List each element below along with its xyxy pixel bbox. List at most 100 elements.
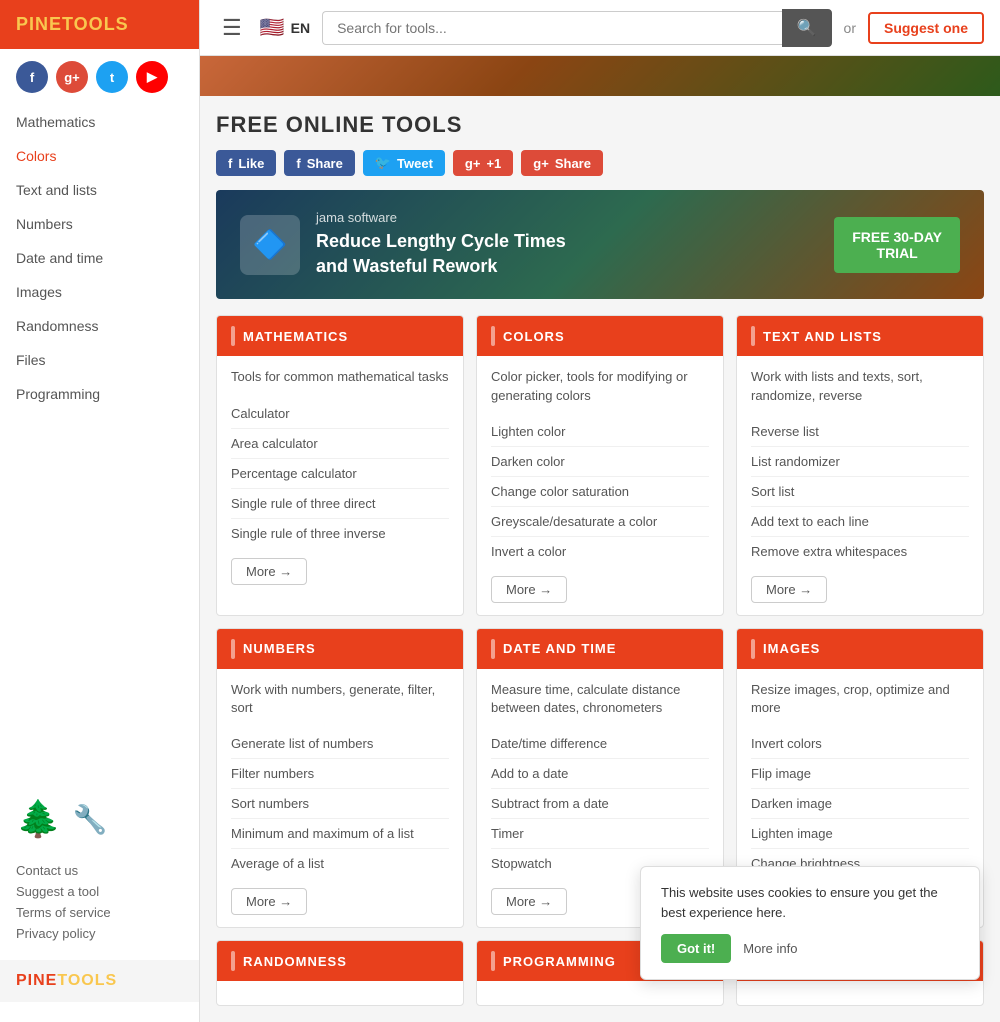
colors-card: COLORS Color picker, tools for modifying… xyxy=(476,315,724,615)
tool-subtract-date[interactable]: Subtract from a date xyxy=(491,789,709,819)
sidebar-item-date-time[interactable]: Date and time xyxy=(0,241,199,275)
fb-share-icon: f xyxy=(296,156,300,171)
tool-filter-numbers[interactable]: Filter numbers xyxy=(231,759,449,789)
tool-sort-numbers[interactable]: Sort numbers xyxy=(231,789,449,819)
tool-percentage-calculator[interactable]: Percentage calculator xyxy=(231,459,449,489)
sidebar-social: f g+ t ▶ xyxy=(0,49,199,105)
text-lists-title: TEXT AND LISTS xyxy=(763,329,882,344)
suggest-tool-link[interactable]: Suggest a tool xyxy=(16,881,183,902)
tool-min-max[interactable]: Minimum and maximum of a list xyxy=(231,819,449,849)
wrench-icon: 🔧 xyxy=(73,803,108,836)
tool-change-saturation[interactable]: Change color saturation xyxy=(491,477,709,507)
randomness-card: RANDOMNESS xyxy=(216,940,464,1006)
logo-text: PINETOOLS xyxy=(16,14,129,35)
hero-banner xyxy=(200,56,1000,96)
facebook-share-button[interactable]: f Share xyxy=(284,150,354,176)
or-separator: or xyxy=(844,20,856,36)
suggest-one-button[interactable]: Suggest one xyxy=(868,12,984,44)
date-time-more-link[interactable]: More → xyxy=(491,888,567,915)
search-input[interactable] xyxy=(322,11,782,45)
contact-us-link[interactable]: Contact us xyxy=(16,860,183,881)
privacy-link[interactable]: Privacy policy xyxy=(16,923,183,944)
tool-average[interactable]: Average of a list xyxy=(231,849,449,878)
tool-lighten-color[interactable]: Lighten color xyxy=(491,417,709,447)
sidebar-item-colors[interactable]: Colors xyxy=(0,139,199,173)
advertisement-banner: 🔷 jama software Reduce Lengthy Cycle Tim… xyxy=(216,190,984,299)
header-bar xyxy=(491,951,495,971)
header-bar xyxy=(491,326,495,346)
search-button[interactable]: 🔍 xyxy=(782,9,832,47)
cookie-text: This website uses cookies to ensure you … xyxy=(661,883,959,922)
tool-darken-image[interactable]: Darken image xyxy=(751,789,969,819)
facebook-social-btn[interactable]: f xyxy=(16,61,48,93)
mathematics-title: MATHEMATICS xyxy=(243,329,348,344)
googleplus-share-button[interactable]: g+ Share xyxy=(521,150,603,176)
got-it-button[interactable]: Got it! xyxy=(661,934,731,963)
googleplus-one-button[interactable]: g+ +1 xyxy=(453,150,513,176)
sidebar-item-files[interactable]: Files xyxy=(0,343,199,377)
tool-area-calculator[interactable]: Area calculator xyxy=(231,429,449,459)
tool-remove-whitespace[interactable]: Remove extra whitespaces xyxy=(751,537,969,566)
sidebar-item-numbers[interactable]: Numbers xyxy=(0,207,199,241)
header-bar xyxy=(231,326,235,346)
colors-card-header: COLORS xyxy=(477,316,723,356)
sidebar-item-programming[interactable]: Programming xyxy=(0,377,199,411)
tool-add-date[interactable]: Add to a date xyxy=(491,759,709,789)
numbers-card: NUMBERS Work with numbers, generate, fil… xyxy=(216,628,464,928)
tool-invert-colors[interactable]: Invert colors xyxy=(751,729,969,759)
colors-body: Color picker, tools for modifying or gen… xyxy=(477,356,723,614)
tool-flip-image[interactable]: Flip image xyxy=(751,759,969,789)
tool-add-text[interactable]: Add text to each line xyxy=(751,507,969,537)
tool-darken-color[interactable]: Darken color xyxy=(491,447,709,477)
tw-icon: 🐦 xyxy=(375,155,391,171)
files-body xyxy=(737,981,983,1005)
tool-single-rule-inverse[interactable]: Single rule of three inverse xyxy=(231,519,449,548)
tool-grid: MATHEMATICS Tools for common mathematica… xyxy=(216,315,984,928)
text-lists-more-link[interactable]: More → xyxy=(751,576,827,603)
numbers-body: Work with numbers, generate, filter, sor… xyxy=(217,669,463,927)
ad-cta-button[interactable]: FREE 30-DAYTRIAL xyxy=(834,217,960,273)
language-selector[interactable]: 🇺🇸 EN xyxy=(260,15,310,40)
tool-datetime-diff[interactable]: Date/time difference xyxy=(491,729,709,759)
gp1-icon: g+ xyxy=(465,156,481,171)
colors-more-link[interactable]: More → xyxy=(491,576,567,603)
bottom-logo-text: PINETOOLS xyxy=(16,972,117,990)
sidebar-item-text-lists[interactable]: Text and lists xyxy=(0,173,199,207)
flag-icon: 🇺🇸 xyxy=(260,15,285,40)
youtube-social-btn[interactable]: ▶ xyxy=(136,61,168,93)
sidebar-item-mathematics[interactable]: Mathematics xyxy=(0,105,199,139)
sidebar-item-randomness[interactable]: Randomness xyxy=(0,309,199,343)
more-info-link[interactable]: More info xyxy=(743,941,797,956)
tool-single-rule-direct[interactable]: Single rule of three direct xyxy=(231,489,449,519)
mathematics-card: MATHEMATICS Tools for common mathematica… xyxy=(216,315,464,615)
tool-invert-color[interactable]: Invert a color xyxy=(491,537,709,566)
mathematics-more-link[interactable]: More → xyxy=(231,558,307,585)
fb-icon: f xyxy=(228,156,232,171)
sidebar-item-images[interactable]: Images xyxy=(0,275,199,309)
tool-greyscale[interactable]: Greyscale/desaturate a color xyxy=(491,507,709,537)
twitter-social-btn[interactable]: t xyxy=(96,61,128,93)
header-bar xyxy=(231,951,235,971)
tool-list-randomizer[interactable]: List randomizer xyxy=(751,447,969,477)
ad-logo: 🔷 xyxy=(240,215,300,275)
terms-link[interactable]: Terms of service xyxy=(16,902,183,923)
twitter-tweet-button[interactable]: 🐦 Tweet xyxy=(363,150,445,176)
page-title: FREE ONLINE TOOLS xyxy=(216,112,984,138)
numbers-more-link[interactable]: More → xyxy=(231,888,307,915)
share-bar: f Like f Share 🐦 Tweet g+ +1 g+ Share xyxy=(216,150,984,176)
tool-lighten-image[interactable]: Lighten image xyxy=(751,819,969,849)
googleplus-social-btn[interactable]: g+ xyxy=(56,61,88,93)
language-label: EN xyxy=(291,20,310,36)
tool-reverse-list[interactable]: Reverse list xyxy=(751,417,969,447)
randomness-body xyxy=(217,981,463,1005)
hamburger-button[interactable]: ☰ xyxy=(216,9,248,47)
tool-calculator[interactable]: Calculator xyxy=(231,399,449,429)
facebook-like-button[interactable]: f Like xyxy=(216,150,276,176)
tool-generate-list[interactable]: Generate list of numbers xyxy=(231,729,449,759)
tool-timer[interactable]: Timer xyxy=(491,819,709,849)
mathematics-card-header: MATHEMATICS xyxy=(217,316,463,356)
gp2-icon: g+ xyxy=(533,156,549,171)
sidebar-logo-bottom[interactable]: PINETOOLS xyxy=(0,960,199,1002)
sidebar-logo-header[interactable]: PINETOOLS xyxy=(0,0,199,49)
tool-sort-list[interactable]: Sort list xyxy=(751,477,969,507)
